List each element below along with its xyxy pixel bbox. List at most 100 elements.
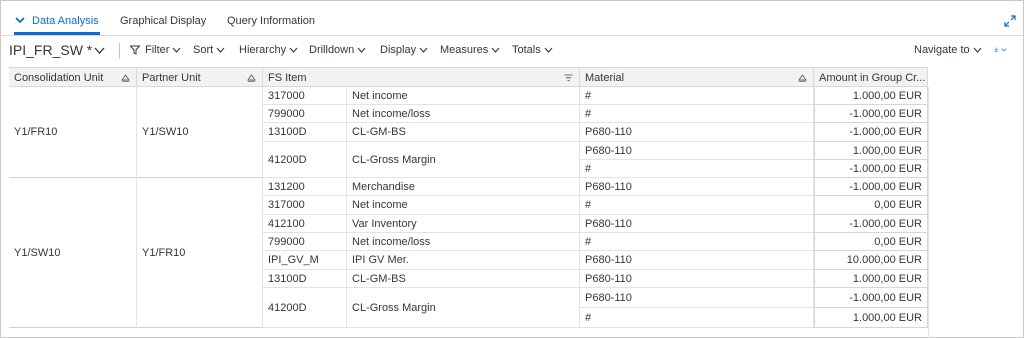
chevron-down-icon xyxy=(289,47,298,53)
fullscreen-icon[interactable] xyxy=(1004,15,1016,27)
tab-graphical-display[interactable]: Graphical Display xyxy=(120,15,206,27)
material-cell: P680-110 xyxy=(580,215,814,233)
material-cell: # xyxy=(580,233,814,251)
measures-label: Measures xyxy=(440,44,489,56)
material-cell: # xyxy=(580,105,814,123)
fs-item-text: Net income/loss xyxy=(347,105,580,123)
amount-cell: -1.000,00 EUR xyxy=(814,215,928,233)
amount-cell: 1.000,00 EUR xyxy=(814,270,928,288)
material-cell: # xyxy=(580,196,814,215)
fs-item-text: Var Inventory xyxy=(347,215,580,233)
fs-item-code: 13100D xyxy=(263,270,347,288)
navigate-to-label: Navigate to xyxy=(914,44,970,56)
totals-label: Totals xyxy=(512,44,541,56)
display-button[interactable]: Display xyxy=(380,44,428,56)
fs-item-code: 317000 xyxy=(263,196,347,215)
sort-icon[interactable] xyxy=(121,74,130,82)
fs-item-text: Net income xyxy=(347,87,580,105)
query-name[interactable]: IPI_FR_SW * xyxy=(9,42,92,58)
sort-icon[interactable] xyxy=(247,74,256,82)
toolbar: IPI_FR_SW * Filter Sort Hierarchy Drilld… xyxy=(1,36,1023,66)
fs-item-code: 131200 xyxy=(263,178,347,196)
fs-item-text: CL-Gross Margin xyxy=(347,288,580,328)
column-header-partner-unit[interactable]: Partner Unit xyxy=(137,67,263,87)
sort-button[interactable]: Sort xyxy=(193,44,225,56)
tab-query-information[interactable]: Query Information xyxy=(227,15,315,27)
fs-item-code: 317000 xyxy=(263,87,347,105)
amount-cell: -1.000,00 EUR xyxy=(814,123,928,142)
fs-item-text: Net income xyxy=(347,196,580,215)
amount-cell: 1.000,00 EUR xyxy=(814,142,928,160)
material-cell: P680-110 xyxy=(580,123,814,142)
empty-column-area xyxy=(928,87,1017,338)
material-cell: # xyxy=(580,308,814,328)
amount-cell: -1.000,00 EUR xyxy=(814,288,928,308)
collapse-chevron-icon[interactable] xyxy=(14,14,26,26)
tab-data-analysis[interactable]: Data Analysis xyxy=(32,15,99,27)
hierarchy-label: Hierarchy xyxy=(239,44,287,56)
fs-item-code: 412100 xyxy=(263,215,347,233)
sort-label: Sort xyxy=(193,44,214,56)
data-grid: Consolidation Unit Partner Unit FS Item … xyxy=(9,67,1017,338)
column-header-amount[interactable]: Amount in Group Cr... xyxy=(814,67,928,87)
active-tab-indicator xyxy=(14,32,100,35)
column-header-consolidation-unit[interactable]: Consolidation Unit xyxy=(9,67,137,87)
column-header-label: Material xyxy=(585,72,625,84)
export-button[interactable] xyxy=(994,44,1007,55)
amount-cell: -1.000,00 EUR xyxy=(814,178,928,196)
download-icon xyxy=(994,47,998,52)
query-dropdown-icon[interactable] xyxy=(94,47,105,55)
column-header-label: Consolidation Unit xyxy=(14,72,104,84)
column-header-fs-item[interactable]: FS Item xyxy=(263,67,580,87)
drilldown-label: Drilldown xyxy=(309,44,355,56)
hierarchy-button[interactable]: Hierarchy xyxy=(239,44,298,56)
amount-cell: -1.000,00 EUR xyxy=(814,160,928,178)
navigate-to-button[interactable]: Navigate to xyxy=(914,44,982,56)
fs-item-text: IPI GV Mer. xyxy=(347,251,580,270)
measures-button[interactable]: Measures xyxy=(440,44,500,56)
column-header-label: FS Item xyxy=(268,72,307,84)
fs-item-text: CL-Gross Margin xyxy=(347,142,580,178)
fs-item-code: 41200D xyxy=(263,288,347,328)
filter-sort-icon[interactable] xyxy=(564,74,573,82)
fs-item-text: Merchandise xyxy=(347,178,580,196)
chevron-down-icon xyxy=(491,47,500,53)
chevron-down-icon xyxy=(173,47,181,53)
chevron-down-icon xyxy=(544,47,553,53)
material-cell: P680-110 xyxy=(580,142,814,160)
amount-cell: 1.000,00 EUR xyxy=(814,87,928,105)
chevron-down-icon xyxy=(216,47,225,53)
amount-cell: 0,00 EUR xyxy=(814,233,928,251)
material-cell: P680-110 xyxy=(580,270,814,288)
fs-item-text: Net income/loss xyxy=(347,233,580,251)
amount-cell: 10.000,00 EUR xyxy=(814,251,928,270)
material-cell: P680-110 xyxy=(580,288,814,308)
chevron-down-icon xyxy=(357,47,366,53)
toolbar-separator xyxy=(119,43,120,59)
display-label: Display xyxy=(380,44,417,56)
column-header-label: Amount in Group Cr... xyxy=(819,72,926,84)
fs-item-code: 41200D xyxy=(263,142,347,178)
consolidation-unit-cell: Y1/SW10 xyxy=(9,178,137,328)
partner-unit-cell: Y1/SW10 xyxy=(137,87,263,178)
fs-item-code: 799000 xyxy=(263,105,347,123)
consolidation-unit-cell: Y1/FR10 xyxy=(9,87,137,178)
fs-item-code: IPI_GV_M xyxy=(263,251,347,270)
fs-item-text: CL-GM-BS xyxy=(347,270,580,288)
chevron-down-icon xyxy=(419,47,428,53)
amount-cell: 1.000,00 EUR xyxy=(814,308,928,328)
fs-item-code: 13100D xyxy=(263,123,347,142)
chevron-down-icon xyxy=(973,47,982,53)
partner-unit-cell: Y1/FR10 xyxy=(137,178,263,328)
chevron-down-icon xyxy=(1001,48,1007,52)
column-header-material[interactable]: Material xyxy=(580,67,814,87)
amount-cell: -1.000,00 EUR xyxy=(814,105,928,123)
filter-button[interactable]: Filter xyxy=(130,44,181,56)
analysis-window: Data Analysis Graphical Display Query In… xyxy=(0,0,1024,338)
material-cell: # xyxy=(580,87,814,105)
material-cell: P680-110 xyxy=(580,178,814,196)
totals-button[interactable]: Totals xyxy=(512,44,553,56)
material-cell: # xyxy=(580,160,814,178)
sort-icon[interactable] xyxy=(798,74,807,82)
drilldown-button[interactable]: Drilldown xyxy=(309,44,366,56)
